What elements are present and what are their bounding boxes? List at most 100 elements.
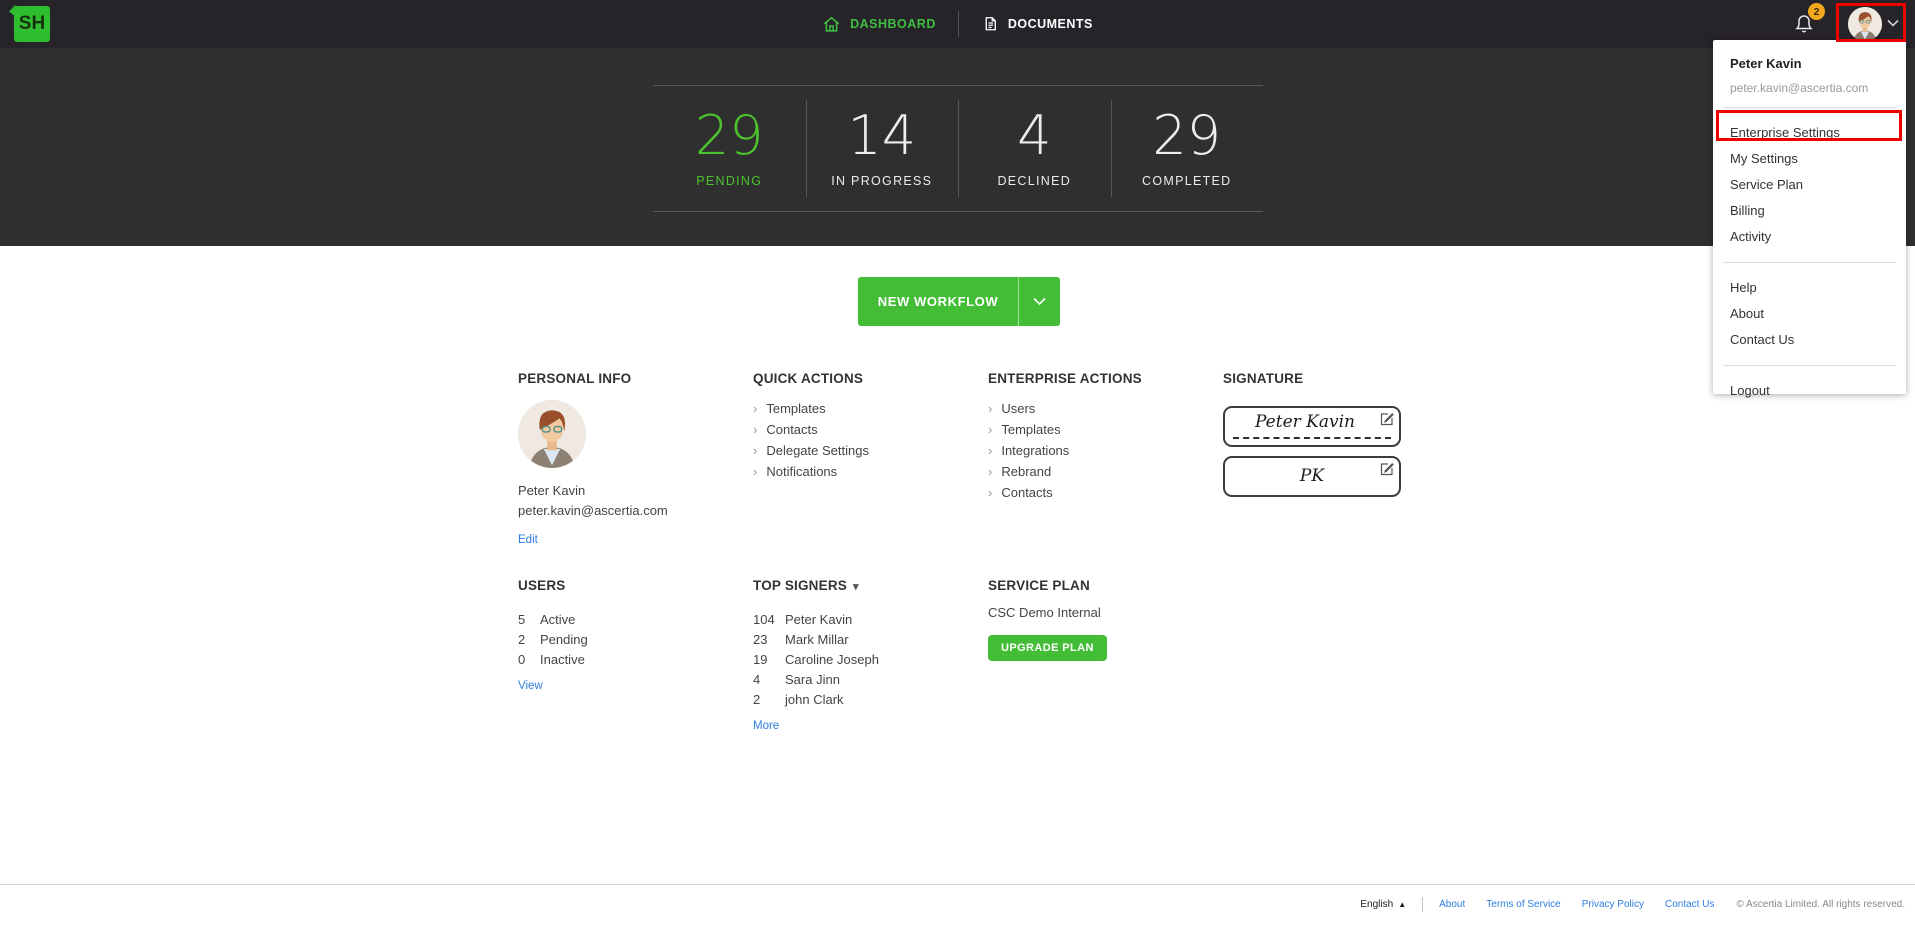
upgrade-plan-button[interactable]: UPGRADE PLAN [988,635,1107,661]
new-workflow-split-button: NEW WORKFLOW [858,277,1060,326]
avatar-image [518,400,586,468]
chevron-right-icon: › [988,464,993,479]
quick-action-label: Contacts [766,422,818,437]
tab-documents[interactable]: DOCUMENTS [959,0,1115,48]
signature-heading: SIGNATURE [1223,371,1304,386]
top-signer-row: 4 Sara Jinn [753,669,981,689]
enterprise-action-label: Rebrand [1001,464,1052,479]
chevron-right-icon: › [753,443,758,458]
top-signers-more-link[interactable]: More [753,720,779,732]
top-signers-section: TOP SIGNERS ▾ 104 Peter Kavin 23 Mark Milla… [753,578,981,734]
notification-count: 2 [1813,5,1820,18]
stat-pending-value: 29 [694,104,764,167]
tab-dashboard[interactable]: DASHBOARD [800,0,958,48]
signer-count: 19 [753,651,768,667]
chevron-right-icon: › [988,443,993,458]
chevron-right-icon: › [753,401,758,416]
stat-in-progress-value: 14 [847,104,917,167]
users-inactive-row: 0 Inactive [518,649,746,669]
initials-preview-box[interactable]: PK [1223,456,1401,497]
stat-in-progress[interactable]: 14 IN PROGRESS [805,86,959,211]
caret-down-icon: ▾ [852,581,859,593]
profile-email: peter.kavin@ascertia.com [518,503,668,518]
top-signers-heading-label: TOP SIGNERS [753,578,847,593]
footer-link-contact[interactable]: Contact Us [1665,899,1714,910]
edit-profile-link[interactable]: Edit [518,534,538,546]
signer-count: 23 [753,631,768,647]
tab-dashboard-label: DASHBOARD [850,17,936,31]
footer-link-privacy[interactable]: Privacy Policy [1582,899,1644,910]
quick-action-label: Notifications [766,464,838,479]
edit-signature-icon[interactable] [1380,412,1394,426]
footer-link-terms[interactable]: Terms of Service [1486,899,1560,910]
menu-item-logout[interactable]: Logout [1713,378,1906,404]
users-pending-count: 2 [518,631,526,647]
hero-banner: 29 PENDING 14 IN PROGRESS 4 DECLINED 29 … [0,48,1915,246]
signer-count: 4 [753,671,761,687]
top-signers-heading[interactable]: TOP SIGNERS ▾ [753,578,981,593]
menu-divider [1723,107,1896,108]
nav-tabs: DASHBOARD DOCUMENTS [0,0,1915,48]
signer-name: Caroline Joseph [785,651,879,667]
menu-item-my-settings[interactable]: My Settings [1713,146,1906,172]
signer-name: Mark Millar [785,631,849,647]
menu-item-service-plan[interactable]: Service Plan [1713,172,1906,198]
edit-initials-icon[interactable] [1380,462,1394,476]
users-active-count: 5 [518,611,526,627]
quick-actions-section: QUICK ACTIONS › Templates › Contacts › Dele… [753,371,981,482]
chevron-down-icon [1033,297,1046,306]
stat-completed[interactable]: 29 COMPLETED [1110,86,1264,211]
users-pending-row: 2 Pending [518,629,746,649]
quick-action-templates[interactable]: › Templates [753,398,981,419]
service-plan-name: CSC Demo Internal [988,605,1101,620]
enterprise-action-users[interactable]: › Users [988,398,1216,419]
copyright-text: © Ascertia Limited. All rights reserved. [1736,899,1905,910]
menu-item-about[interactable]: About [1713,301,1906,327]
documents-icon [985,16,996,30]
menu-item-billing[interactable]: Billing [1713,198,1906,224]
quick-action-notifications[interactable]: › Notifications [753,461,981,482]
home-icon [823,16,840,32]
menu-item-enterprise-settings[interactable]: Enterprise Settings [1713,120,1906,146]
service-plan-heading: SERVICE PLAN [988,578,1090,593]
signer-count: 104 [753,611,775,627]
menu-divider [1723,365,1896,366]
users-view-link[interactable]: View [518,680,543,692]
menu-item-contact-us[interactable]: Contact Us [1713,327,1906,353]
new-workflow-button[interactable]: NEW WORKFLOW [858,277,1018,326]
stat-pending[interactable]: 29 PENDING [653,86,806,211]
chevron-right-icon: › [988,401,993,416]
quick-action-delegate-settings[interactable]: › Delegate Settings [753,440,981,461]
enterprise-action-contacts[interactable]: › Contacts [988,482,1216,503]
signer-name: Peter Kavin [785,611,853,627]
enterprise-action-templates[interactable]: › Templates [988,419,1216,440]
stat-in-progress-label: IN PROGRESS [831,174,933,188]
stat-declined-label: DECLINED [997,174,1072,188]
users-inactive-label: Inactive [540,651,585,667]
enterprise-action-label: Integrations [1001,443,1070,458]
menu-item-help[interactable]: Help [1713,275,1906,301]
signature-text: Peter Kavin [1255,412,1355,432]
users-active-label: Active [540,611,576,627]
signer-name: john Clark [785,691,844,707]
footer-link-about[interactable]: About [1439,899,1465,910]
enterprise-action-rebrand[interactable]: › Rebrand [988,461,1216,482]
menu-item-activity[interactable]: Activity [1713,224,1906,250]
personal-info-heading: PERSONAL INFO [518,371,632,386]
quick-action-label: Templates [766,401,826,416]
new-workflow-dropdown-button[interactable] [1018,277,1060,326]
quick-action-contacts[interactable]: › Contacts [753,419,981,440]
profile-name: Peter Kavin [518,483,586,498]
user-dropdown-menu: Peter Kavin peter.kavin@ascertia.com Ent… [1713,40,1906,398]
language-selector[interactable]: English ▲ [1360,899,1406,910]
caret-up-icon: ▲ [1398,900,1407,909]
user-menu-chevron-down-icon[interactable] [1887,19,1899,27]
enterprise-action-label: Templates [1001,422,1061,437]
avatar-image [1848,7,1882,41]
enterprise-action-integrations[interactable]: › Integrations [988,440,1216,461]
language-label: English [1360,899,1394,910]
top-signer-row: 104 Peter Kavin [753,609,981,629]
user-avatar-button[interactable] [1848,7,1882,41]
stat-declined[interactable]: 4 DECLINED [958,86,1111,211]
signature-preview-box[interactable]: Peter Kavin [1223,406,1401,447]
